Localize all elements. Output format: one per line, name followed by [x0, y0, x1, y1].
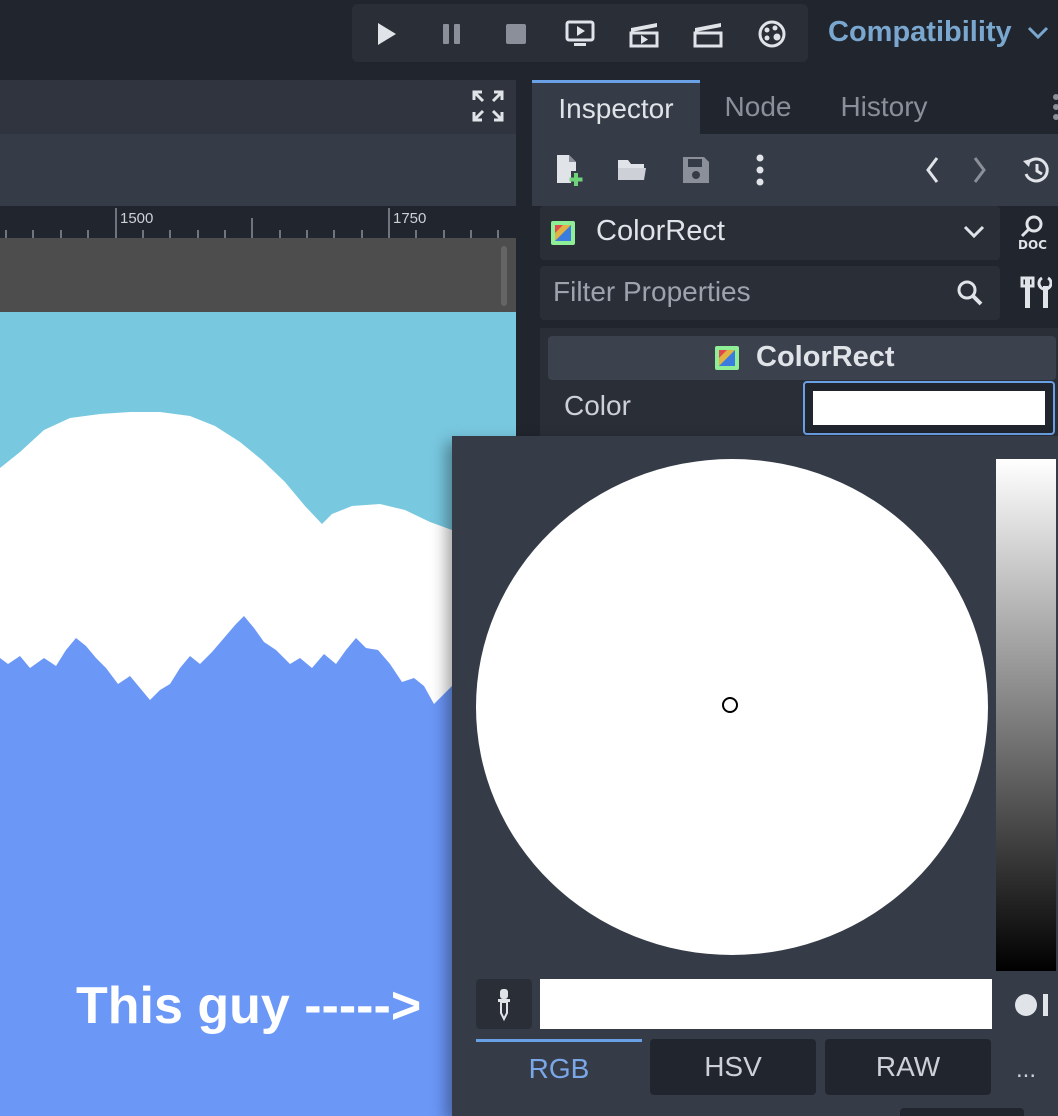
render-mode-selector[interactable]: Compatibility: [828, 16, 1050, 49]
value-slider[interactable]: [996, 459, 1056, 971]
selected-object-label: ColorRect: [596, 215, 725, 247]
play-movie-icon[interactable]: [621, 14, 667, 54]
ruler-label: 1750: [393, 210, 427, 227]
history-back-icon[interactable]: [910, 148, 954, 192]
doc-help-icon[interactable]: DOC: [1016, 214, 1056, 252]
eyedropper-button[interactable]: [476, 979, 532, 1029]
tab-node[interactable]: Node: [700, 80, 816, 134]
filter-placeholder: Filter Properties: [553, 276, 751, 307]
viewport-toolbar: [0, 134, 516, 206]
mode-rgb[interactable]: RGB: [476, 1039, 642, 1095]
more-options-icon[interactable]: [738, 148, 782, 192]
viewport-scrollbar[interactable]: [501, 246, 507, 306]
more-modes-button[interactable]: ...: [1016, 1056, 1036, 1084]
chevron-down-icon: [1027, 26, 1048, 40]
horizontal-ruler: 1500 1750: [0, 206, 516, 238]
run-controls: [352, 4, 808, 62]
remote-debug-icon[interactable]: [749, 14, 795, 54]
stop-icon[interactable]: [493, 14, 539, 54]
tab-history[interactable]: History: [816, 80, 952, 134]
chevron-down-icon: [962, 222, 986, 247]
colorrect-icon: [714, 345, 740, 371]
viewport-header: [0, 80, 516, 134]
recent-history-icon[interactable]: [1014, 148, 1058, 192]
fullscreen-icon[interactable]: [470, 88, 506, 124]
movie-maker-icon[interactable]: [685, 14, 731, 54]
viewport-gray-band: [0, 238, 516, 312]
section-title: ColorRect: [756, 341, 895, 373]
open-folder-icon[interactable]: [610, 148, 654, 192]
sample-toggle-icon[interactable]: [1012, 990, 1052, 1020]
colorrect-icon: [550, 220, 576, 246]
save-icon[interactable]: [674, 148, 718, 192]
object-tools-icon[interactable]: [1020, 276, 1053, 310]
dock-menu-icon[interactable]: [1050, 92, 1058, 122]
mode-hsv[interactable]: HSV: [650, 1039, 816, 1095]
ruler-label: 1500: [120, 210, 154, 227]
bottom-widget-edge: [900, 1108, 1024, 1116]
pause-icon[interactable]: [429, 14, 475, 54]
play-icon[interactable]: [364, 14, 410, 54]
annotation-caption: This guy ----->: [76, 977, 422, 1035]
history-forward-icon[interactable]: [958, 148, 1002, 192]
eyedropper-icon: [498, 989, 510, 1021]
color-preview: [540, 979, 992, 1029]
color-wheel-cursor[interactable]: [722, 697, 738, 713]
mode-raw[interactable]: RAW: [825, 1039, 991, 1095]
tab-inspector[interactable]: Inspector: [532, 80, 700, 134]
color-swatch: [813, 391, 1045, 425]
dock-tabs: Inspector Node History: [532, 80, 1058, 134]
play-current-scene-icon[interactable]: [557, 14, 603, 54]
svg-text:DOC: DOC: [1018, 238, 1047, 252]
scene-viewport[interactable]: This guy ----->: [0, 238, 516, 1116]
property-label-color: Color: [564, 390, 631, 421]
search-icon: [956, 279, 984, 312]
new-resource-icon[interactable]: [546, 148, 590, 192]
inspector-toolbar: [532, 134, 1058, 206]
render-mode-label: Compatibility: [828, 16, 1012, 48]
